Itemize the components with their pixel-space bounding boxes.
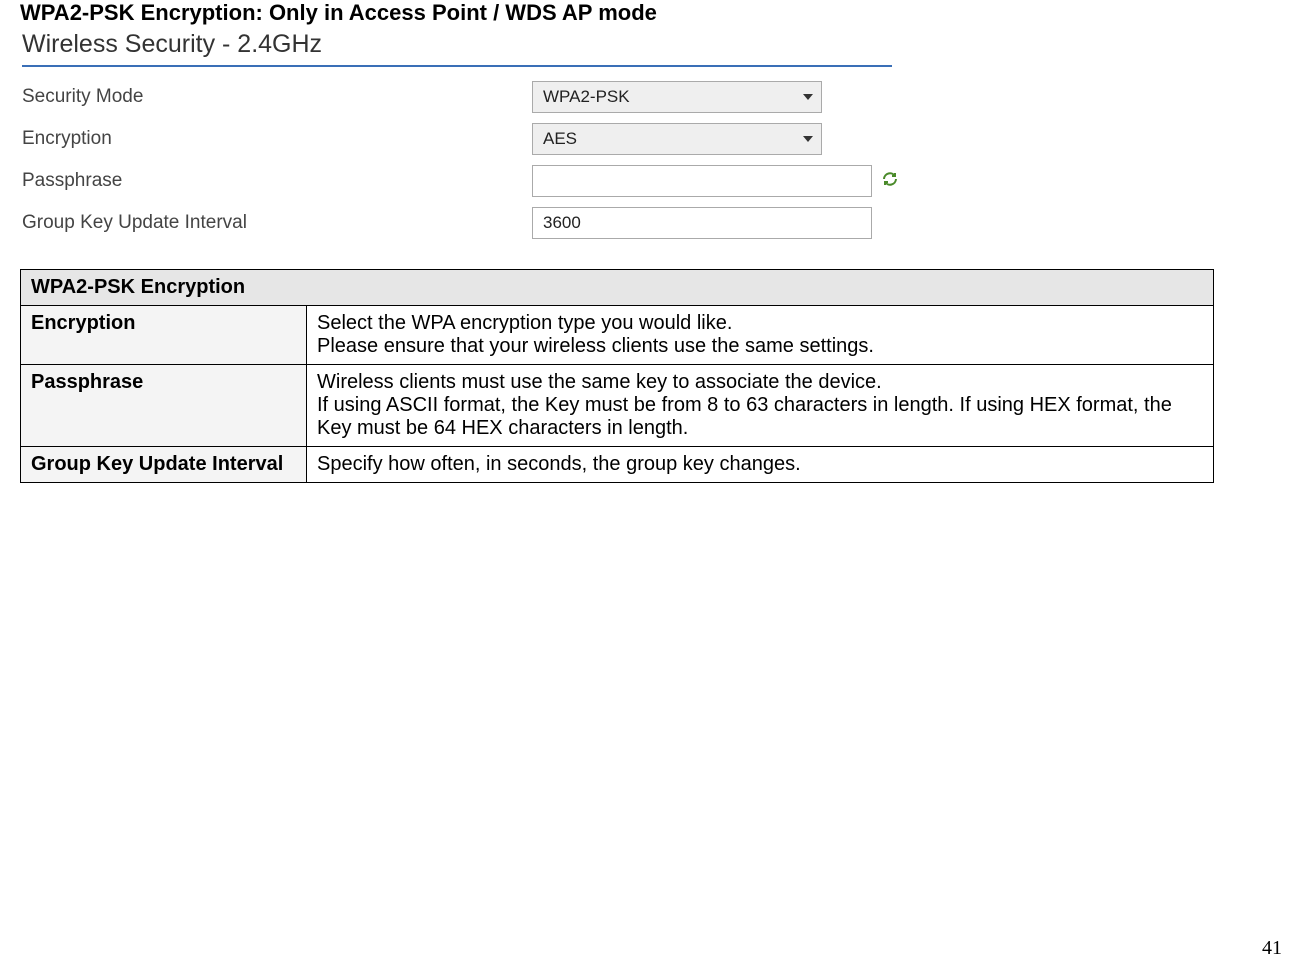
field-name-cell: Passphrase [21,365,307,447]
field-name-cell: Group Key Update Interval [21,447,307,483]
encryption-label: Encryption [22,128,532,150]
security-mode-select[interactable]: WPA2-PSK [532,81,822,113]
field-name-cell: Encryption [21,306,307,365]
group-key-label: Group Key Update Interval [22,212,532,234]
passphrase-input[interactable] [532,165,872,197]
security-mode-row: Security Mode WPA2-PSK [22,81,1292,113]
encryption-value: AES [543,129,577,149]
table-row: Group Key Update Interval Specify how of… [21,447,1214,483]
encryption-row: Encryption AES [22,123,1292,155]
chevron-down-icon [803,136,813,142]
form-area: Security Mode WPA2-PSK Encryption AES Pa… [22,81,1292,239]
passphrase-label: Passphrase [22,170,532,192]
group-key-value: 3600 [543,213,581,233]
chevron-down-icon [803,94,813,100]
divider [22,65,892,67]
page-number: 41 [1262,937,1282,960]
group-key-input[interactable]: 3600 [532,207,872,239]
passphrase-row: Passphrase [22,165,1292,197]
group-key-row: Group Key Update Interval 3600 [22,207,1292,239]
security-mode-label: Security Mode [22,86,532,108]
table-title: WPA2-PSK Encryption [21,270,1214,306]
field-desc-cell: Wireless clients must use the same key t… [307,365,1214,447]
description-table: WPA2-PSK Encryption Encryption Select th… [20,269,1214,483]
table-row: Encryption Select the WPA encryption typ… [21,306,1214,365]
field-desc-cell: Select the WPA encryption type you would… [307,306,1214,365]
refresh-icon[interactable] [882,171,898,192]
field-desc-cell: Specify how often, in seconds, the group… [307,447,1214,483]
table-header-row: WPA2-PSK Encryption [21,270,1214,306]
main-heading: WPA2-PSK Encryption: Only in Access Poin… [20,0,1292,26]
table-row: Passphrase Wireless clients must use the… [21,365,1214,447]
security-mode-value: WPA2-PSK [543,87,630,107]
encryption-select[interactable]: AES [532,123,822,155]
sub-heading: Wireless Security - 2.4GHz [22,30,1292,59]
